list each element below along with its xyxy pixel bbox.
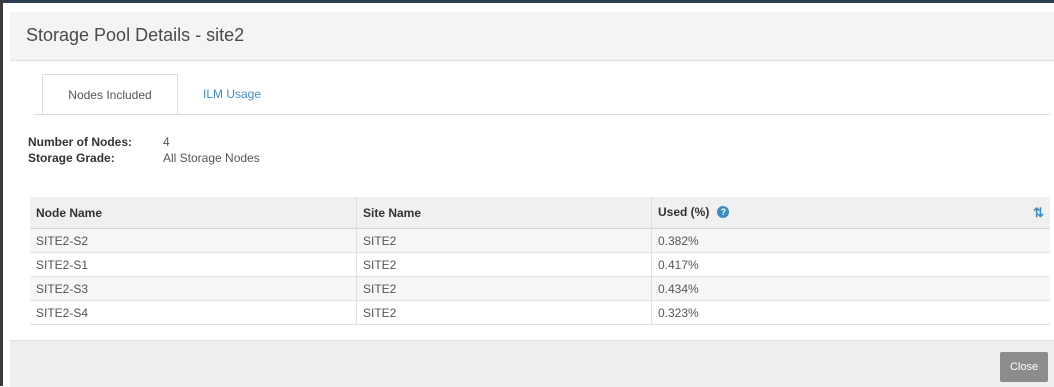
tab-nodes-included[interactable]: Nodes Included: [42, 74, 178, 114]
table-row[interactable]: SITE2-S3 SITE2 0.434%: [30, 276, 1050, 301]
table-row[interactable]: SITE2-S1 SITE2 0.417%: [30, 252, 1050, 277]
nodes-count-label: Number of Nodes:: [28, 135, 133, 149]
tab-bar: Nodes Included ILM Usage: [34, 74, 1050, 115]
cell-used: 0.434%: [651, 276, 1050, 301]
nodes-table: Node Name Site Name Used (%)? ⇅ SITE2-S2…: [30, 197, 1050, 325]
column-header-site-name[interactable]: Site Name: [356, 197, 652, 229]
question-circle-icon[interactable]: ?: [717, 206, 730, 219]
storage-pool-details-dialog: Storage Pool Details - site2 Nodes Inclu…: [10, 12, 1054, 387]
window-left-border: [0, 0, 3, 386]
cell-used: 0.323%: [651, 300, 1050, 325]
storage-grade-label: Storage Grade:: [28, 151, 115, 165]
cell-node-name: SITE2-S4: [30, 300, 357, 325]
tab-ilm-usage[interactable]: ILM Usage: [190, 74, 274, 114]
cell-node-name: SITE2-S3: [30, 276, 357, 301]
window-top-border: [0, 0, 1054, 3]
column-header-used[interactable]: Used (%)? ⇅: [651, 197, 1050, 229]
cell-node-name: SITE2-S1: [30, 252, 357, 277]
dialog-title: Storage Pool Details - site2: [26, 25, 245, 45]
close-button[interactable]: Close: [1000, 352, 1048, 382]
column-header-node-name[interactable]: Node Name: [30, 197, 357, 229]
table-row[interactable]: SITE2-S2 SITE2 0.382%: [30, 228, 1050, 253]
cell-site-name: SITE2: [356, 276, 652, 301]
table-header-row: Node Name Site Name Used (%)? ⇅: [30, 197, 1050, 229]
cell-used: 0.417%: [651, 252, 1050, 277]
table-row[interactable]: SITE2-S4 SITE2 0.323%: [30, 300, 1050, 325]
storage-grade-value: All Storage Nodes: [163, 151, 260, 165]
cell-site-name: SITE2: [356, 228, 652, 253]
dialog-footer: Close: [10, 340, 1054, 387]
cell-used: 0.382%: [651, 228, 1050, 253]
sort-icon[interactable]: ⇅: [1033, 205, 1044, 221]
dialog-header: Storage Pool Details - site2: [10, 12, 1054, 61]
cell-node-name: SITE2-S2: [30, 228, 357, 253]
nodes-count-value: 4: [163, 135, 170, 149]
cell-site-name: SITE2: [356, 300, 652, 325]
pool-summary: Number of Nodes: 4 Storage Grade: All St…: [28, 134, 260, 166]
used-column-label: Used (%): [658, 204, 710, 219]
cell-site-name: SITE2: [356, 252, 652, 277]
